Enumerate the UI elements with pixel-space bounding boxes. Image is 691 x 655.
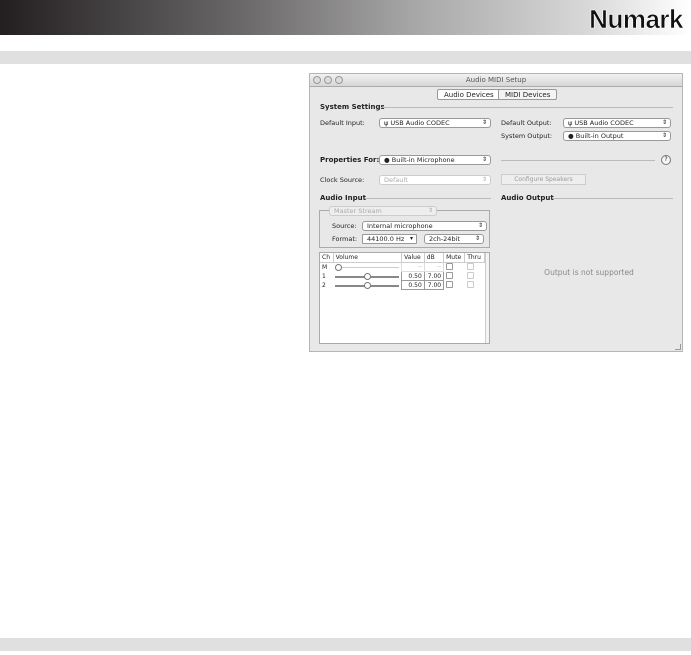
table-scrollbar[interactable] bbox=[485, 253, 489, 343]
chevron-updown-icon: ⇕ bbox=[481, 119, 487, 126]
zoom-button[interactable] bbox=[335, 76, 343, 84]
volume-slider[interactable] bbox=[335, 263, 400, 271]
channel-label: M bbox=[322, 263, 328, 271]
channel-label: 2 bbox=[322, 281, 326, 289]
clock-source-select[interactable]: Default ⇕ bbox=[379, 175, 491, 185]
numark-logo: Numark bbox=[589, 4, 684, 35]
chevron-updown-icon: ⇕ bbox=[427, 207, 433, 214]
audio-midi-setup-window: Audio MIDI Setup Audio Devices MIDI Devi… bbox=[309, 73, 683, 352]
col-value[interactable]: Value bbox=[401, 253, 425, 263]
chevron-updown-icon: ⇕ bbox=[481, 176, 487, 183]
apple-icon: ● bbox=[384, 156, 392, 164]
col-db[interactable]: dB bbox=[424, 253, 445, 263]
properties-for-label: Properties For: bbox=[320, 156, 380, 164]
col-ch[interactable]: Ch bbox=[320, 253, 334, 263]
clock-source-label: Clock Source: bbox=[320, 176, 365, 184]
header-banner bbox=[0, 0, 691, 35]
help-button[interactable]: ? bbox=[661, 155, 671, 165]
chevron-down-icon: ▾ bbox=[409, 235, 413, 242]
mute-checkbox[interactable] bbox=[446, 271, 454, 279]
db-field[interactable]: 7.00 bbox=[423, 271, 445, 281]
chevron-updown-icon: ⇕ bbox=[474, 235, 480, 242]
apple-icon: ● bbox=[568, 132, 576, 140]
top-bar bbox=[0, 51, 691, 64]
divider bbox=[383, 107, 673, 108]
divider bbox=[553, 198, 673, 199]
audio-output-heading: Audio Output bbox=[501, 194, 554, 202]
output-not-supported-message: Output is not supported bbox=[544, 268, 634, 277]
minimize-button[interactable] bbox=[324, 76, 332, 84]
thru-checkbox[interactable] bbox=[466, 280, 474, 288]
col-thru[interactable]: Thru bbox=[464, 253, 485, 263]
table-row: 1 0.50 7.00 bbox=[320, 271, 485, 281]
chevron-updown-icon: ⇕ bbox=[481, 156, 487, 163]
channel-label: 1 bbox=[322, 272, 326, 280]
default-output-select[interactable]: ψ USB Audio CODEC ⇕ bbox=[563, 118, 671, 128]
default-output-label: Default Output: bbox=[501, 119, 552, 127]
table-row: 2 0.50 7.00 bbox=[320, 280, 485, 290]
format-rate-select[interactable]: 44100.0 Hz ▾ bbox=[362, 234, 417, 244]
col-volume[interactable]: Volume bbox=[333, 253, 403, 263]
resize-grip-icon[interactable] bbox=[675, 344, 681, 350]
close-button[interactable] bbox=[313, 76, 321, 84]
col-mute[interactable]: Mute bbox=[443, 253, 466, 263]
system-settings-heading: System Settings bbox=[320, 103, 385, 111]
source-select[interactable]: Internal microphone ⇕ bbox=[362, 221, 487, 231]
chevron-updown-icon: ⇕ bbox=[477, 222, 483, 229]
volume-slider[interactable] bbox=[335, 281, 400, 289]
default-input-select[interactable]: ψ USB Audio CODEC ⇕ bbox=[379, 118, 491, 128]
mute-checkbox[interactable] bbox=[446, 280, 454, 288]
value-field[interactable]: 0.50 bbox=[401, 271, 425, 281]
thru-checkbox[interactable] bbox=[466, 271, 474, 279]
properties-for-select[interactable]: ● Built-in Microphone ⇕ bbox=[379, 155, 491, 165]
system-output-select[interactable]: ● Built-in Output ⇕ bbox=[563, 131, 671, 141]
thru-checkbox[interactable] bbox=[466, 262, 474, 270]
format-bits-select[interactable]: 2ch-24bit ⇕ bbox=[424, 234, 484, 244]
mute-checkbox[interactable] bbox=[446, 262, 454, 270]
db-field[interactable]: -- bbox=[423, 261, 445, 272]
table-header: Ch Volume Value dB Mute Thru bbox=[320, 253, 485, 263]
volume-slider[interactable] bbox=[335, 272, 400, 280]
audio-input-heading: Audio Input bbox=[320, 194, 366, 202]
divider bbox=[365, 198, 491, 199]
bottom-bar bbox=[0, 638, 691, 651]
divider bbox=[501, 160, 655, 161]
system-output-label: System Output: bbox=[501, 132, 553, 140]
format-label: Format: bbox=[332, 235, 358, 243]
title-bar: Audio MIDI Setup bbox=[310, 74, 682, 87]
stream-select[interactable]: Master Stream ⇕ bbox=[329, 206, 437, 216]
tab-audio-devices[interactable]: Audio Devices bbox=[437, 89, 501, 100]
channel-table: Ch Volume Value dB Mute Thru M -- -- 1 0… bbox=[319, 252, 490, 344]
source-label: Source: bbox=[332, 222, 357, 230]
chevron-updown-icon: ⇕ bbox=[661, 119, 667, 126]
tab-midi-devices[interactable]: MIDI Devices bbox=[498, 89, 558, 100]
table-row: M -- -- bbox=[320, 261, 485, 272]
db-field[interactable]: 7.00 bbox=[423, 280, 445, 290]
value-field[interactable]: 0.50 bbox=[401, 280, 425, 290]
window-title: Audio MIDI Setup bbox=[465, 76, 527, 84]
configure-speakers-button[interactable]: Configure Speakers bbox=[501, 174, 586, 185]
value-field[interactable]: -- bbox=[401, 261, 425, 272]
chevron-updown-icon: ⇕ bbox=[661, 132, 667, 139]
default-input-label: Default Input: bbox=[320, 119, 365, 127]
